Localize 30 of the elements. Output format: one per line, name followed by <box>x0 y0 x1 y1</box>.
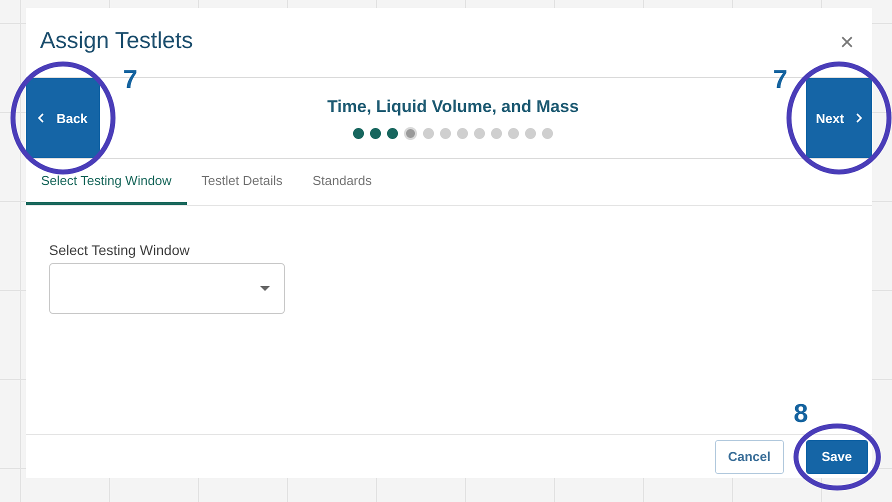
step-dot[interactable] <box>525 128 536 138</box>
step-title: Time, Liquid Volume, and Mass <box>327 96 579 116</box>
step-dot[interactable] <box>423 128 434 138</box>
step-dot[interactable] <box>440 128 451 138</box>
step-dot[interactable] <box>370 128 381 138</box>
caret-icon <box>260 286 270 291</box>
annotation-number: 7 <box>123 66 138 92</box>
step-dot[interactable] <box>508 128 519 138</box>
dialog-title: Assign Testlets <box>40 27 193 54</box>
step-dot[interactable] <box>491 128 502 138</box>
annotation-number: 8 <box>794 400 808 426</box>
save-button[interactable]: Save <box>806 440 868 474</box>
close-icon[interactable]: × <box>840 30 854 54</box>
step-dot[interactable] <box>404 126 417 140</box>
annotation-number: 7 <box>773 66 788 92</box>
chevron-right-icon <box>856 113 862 123</box>
step-dot[interactable] <box>474 128 485 138</box>
step-dot[interactable] <box>542 128 553 138</box>
cancel-button[interactable]: Cancel <box>714 440 784 474</box>
back-button[interactable]: Back <box>26 78 100 158</box>
tab[interactable]: Standards <box>297 159 387 205</box>
step-dot[interactable] <box>387 128 398 138</box>
select-field[interactable] <box>49 263 285 314</box>
chevron-left-icon <box>38 113 44 123</box>
next-button[interactable]: Next <box>806 78 872 158</box>
step-dot[interactable] <box>353 128 364 138</box>
field-label: Select Testing Window <box>49 242 191 258</box>
tab[interactable]: Testlet Details <box>186 159 298 205</box>
step-dot[interactable] <box>457 128 468 138</box>
tab[interactable]: Select Testing Window <box>26 159 187 205</box>
